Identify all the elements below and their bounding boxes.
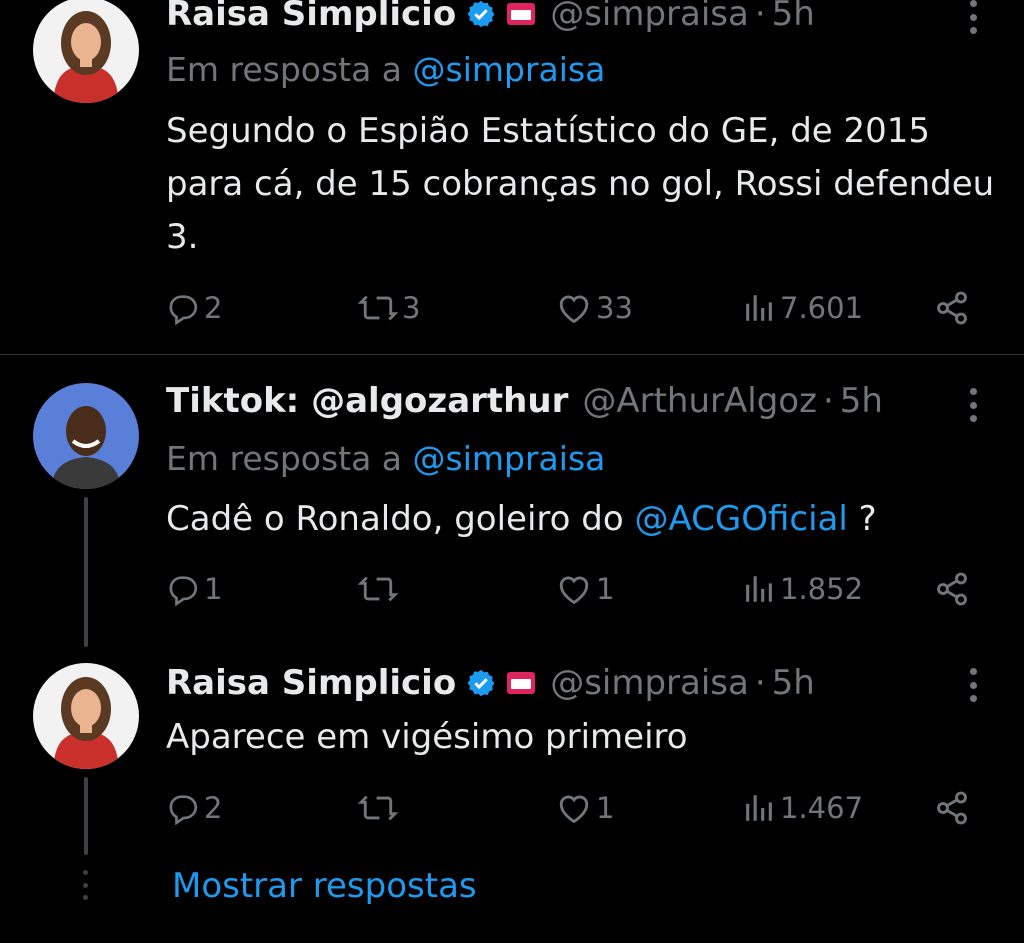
like-button[interactable]: 1 [556, 569, 614, 609]
retweet-icon [358, 576, 398, 602]
replying-to: Em resposta a @simpraisa [166, 439, 605, 478]
tweet-3[interactable]: Raisa Simplicio @simpraisa · 5h Aparece … [0, 655, 1024, 855]
share-button[interactable] [934, 788, 970, 828]
timestamp[interactable]: 5h [772, 0, 815, 34]
views-button[interactable]: 1.467 [742, 788, 863, 828]
author-handle[interactable]: @simpraisa [550, 663, 749, 703]
retweet-count: 3 [402, 291, 421, 325]
heart-icon [559, 795, 589, 824]
retweet-button[interactable]: 3 [358, 288, 420, 328]
views-count: 1.852 [780, 572, 864, 606]
reply-button[interactable]: 1 [166, 569, 222, 609]
thread-line [84, 497, 88, 647]
more-options-icon[interactable] [970, 0, 978, 34]
separator-dot: · [754, 0, 766, 34]
analytics-icon [746, 576, 772, 602]
share-button[interactable] [934, 569, 970, 609]
reply-count: 1 [204, 572, 223, 606]
timestamp[interactable]: 5h [772, 663, 815, 703]
reply-button[interactable]: 2 [166, 288, 222, 328]
tweet-text: Cadê o Ronaldo, goleiro do @ACGOficial ? [166, 493, 996, 546]
tweet-2[interactable]: Tiktok: @algozarthur @ArthurAlgoz · 5h E… [0, 355, 1024, 655]
views-count: 7.601 [780, 291, 864, 325]
show-replies-link[interactable]: Mostrar respostas [172, 866, 477, 906]
tweet-text: Segundo o Espião Estatístico do GE, de 2… [166, 111, 995, 257]
retweet-button[interactable] [358, 788, 402, 828]
tweet-actions: 2 3 33 7.601 [166, 288, 986, 328]
reply-count: 2 [204, 291, 223, 325]
replying-prefix: Em resposta a [166, 439, 413, 478]
tweet-1[interactable]: Raisa Simplicio @simpraisa · 5h Em respo… [0, 0, 1024, 355]
replying-to: Em resposta a @simpraisa [166, 50, 605, 89]
affiliate-badge-icon [507, 672, 536, 694]
like-count: 1 [596, 791, 615, 825]
replying-mention-link[interactable]: @simpraisa [413, 439, 606, 478]
thread-line [84, 777, 88, 855]
avatar[interactable] [33, 663, 139, 769]
tweet-actions: 2 1 1.467 [166, 788, 986, 828]
like-button[interactable]: 1 [556, 788, 614, 828]
replying-prefix: Em resposta a [166, 50, 413, 89]
author-name[interactable]: Tiktok: @algozarthur [166, 381, 568, 421]
reply-icon [169, 576, 198, 606]
heart-icon [559, 295, 589, 324]
reply-icon [169, 795, 198, 825]
tweet-header: Tiktok: @algozarthur @ArthurAlgoz · 5h [166, 381, 883, 421]
tweet-text-start: Cadê o Ronaldo, goleiro do [166, 499, 635, 539]
separator-dot: · [754, 663, 766, 703]
share-button[interactable] [934, 288, 970, 328]
avatar[interactable] [33, 383, 139, 489]
tweet-header: Raisa Simplicio @simpraisa · 5h [166, 663, 815, 703]
tweet-header: Raisa Simplicio @simpraisa · 5h [166, 0, 815, 34]
reply-icon [169, 295, 198, 325]
retweet-icon [358, 295, 398, 321]
like-count: 1 [596, 572, 615, 606]
retweet-icon [358, 795, 398, 821]
analytics-icon [746, 795, 772, 821]
more-options-icon[interactable] [970, 388, 978, 422]
author-name[interactable]: Raisa Simplicio [166, 663, 456, 703]
tweet-text: Aparece em vigésimo primeiro [166, 717, 688, 757]
author-handle[interactable]: @ArthurAlgoz [582, 381, 817, 421]
tweet-text-end: ? [847, 499, 877, 539]
views-button[interactable]: 7.601 [742, 288, 863, 328]
author-name[interactable]: Raisa Simplicio [166, 0, 456, 34]
reply-count: 2 [204, 791, 223, 825]
separator-dot: · [822, 381, 834, 421]
affiliate-badge-icon [507, 3, 536, 25]
more-options-icon[interactable] [970, 668, 978, 702]
avatar[interactable] [33, 0, 139, 103]
mention-link[interactable]: @ACGOficial [634, 499, 847, 539]
analytics-icon [746, 295, 772, 321]
verified-icon [467, 669, 495, 697]
reply-button[interactable]: 2 [166, 788, 222, 828]
retweet-button[interactable] [358, 569, 402, 609]
thread-continuation-dots [80, 870, 90, 900]
author-handle[interactable]: @simpraisa [550, 0, 749, 34]
share-icon [937, 291, 967, 325]
verified-icon [467, 0, 495, 28]
heart-icon [559, 576, 589, 605]
views-button[interactable]: 1.852 [742, 569, 863, 609]
share-icon [937, 572, 967, 606]
like-button[interactable]: 33 [556, 288, 633, 328]
share-icon [937, 791, 967, 825]
tweet-actions: 1 1 1.852 [166, 569, 986, 609]
replying-mention-link[interactable]: @simpraisa [413, 50, 606, 89]
like-count: 33 [596, 291, 633, 325]
views-count: 1.467 [780, 791, 864, 825]
timestamp[interactable]: 5h [840, 381, 883, 421]
